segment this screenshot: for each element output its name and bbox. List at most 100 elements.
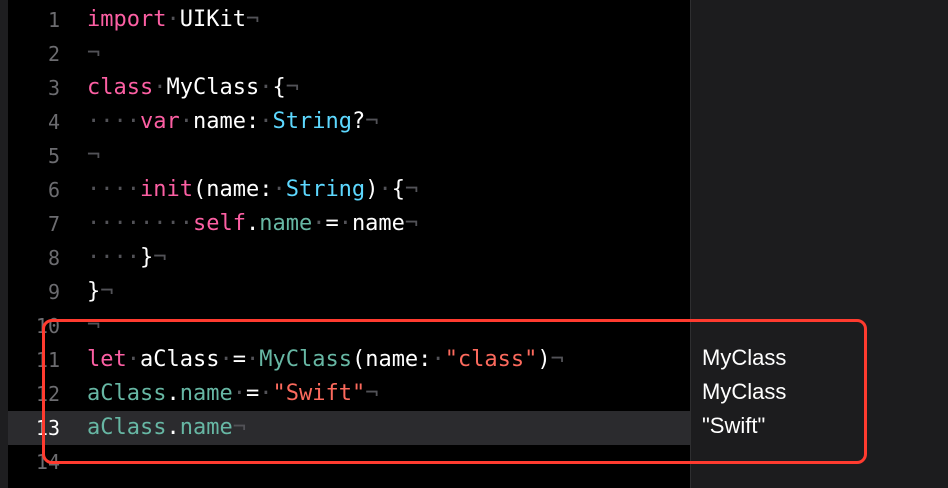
whitespace-marker: ·: [166, 7, 180, 32]
code-text[interactable]: import·UIKit¬: [87, 3, 259, 37]
code-line-10[interactable]: 10 ¬: [8, 309, 690, 343]
code-text: =: [232, 347, 246, 372]
code-text[interactable]: ¬: [87, 37, 100, 71]
line-number: 10: [35, 314, 60, 338]
code-text: (name:: [192, 177, 273, 202]
line-number: 9: [47, 280, 60, 304]
code-text[interactable]: ····}¬: [87, 241, 166, 275]
whitespace-marker: ·: [219, 347, 233, 372]
line-end-marker: ¬: [550, 347, 564, 372]
code-text: ?: [351, 109, 366, 134]
code-text[interactable]: ········self.name·=·name¬: [87, 207, 418, 241]
code-text: ): [365, 177, 379, 202]
code-line-4[interactable]: 4 ····var·name:·String?¬: [8, 105, 690, 139]
code-line-1[interactable]: 1 import·UIKit¬: [8, 3, 690, 37]
project-symbol: name: [259, 211, 313, 236]
code-text[interactable]: aClass.name¬: [87, 411, 246, 445]
code-text[interactable]: ¬: [87, 309, 100, 343]
whitespace-marker: ·: [259, 381, 273, 406]
code-text: .: [166, 381, 180, 406]
code-text: name:: [192, 109, 260, 134]
line-end-marker: ¬: [285, 75, 299, 100]
line-end-marker: ¬: [365, 381, 379, 406]
keyword: self: [192, 211, 246, 236]
line-number: 4: [47, 110, 60, 134]
code-line-6[interactable]: 6 ····init(name:·String)·{¬: [8, 173, 690, 207]
line-number: 2: [47, 42, 60, 66]
whitespace-marker: ·: [378, 177, 392, 202]
code-text: name: [351, 211, 405, 236]
line-end-marker: ¬: [365, 109, 379, 134]
code-text: {: [272, 75, 286, 100]
code-text: MyClass: [166, 75, 260, 100]
line-number: 6: [47, 178, 60, 202]
line-end-marker: ¬: [100, 279, 114, 304]
code-line-12[interactable]: 12 aClass.name·=·"Swift"¬: [8, 377, 690, 411]
code-text[interactable]: ····var·name:·String?¬: [87, 105, 378, 139]
line-number: 11: [35, 348, 60, 372]
code-text[interactable]: let·aClass·=·MyClass(name:·"class")¬: [87, 343, 564, 377]
line-number: 13: [35, 416, 60, 440]
line-end-marker: ¬: [404, 211, 419, 236]
project-symbol: MyClass: [259, 347, 352, 372]
code-text: ): [537, 347, 551, 372]
line-end-marker: ¬: [153, 245, 167, 270]
line-end-marker: ¬: [404, 177, 419, 202]
code-line-8[interactable]: 8 ····}¬: [8, 241, 690, 275]
line-end-marker: ¬: [245, 7, 260, 32]
code-text: .: [166, 415, 180, 440]
whitespace-marker: ·: [259, 109, 273, 134]
line-number: 5: [47, 144, 60, 168]
code-line-13[interactable]: 13 aClass.name¬: [8, 411, 690, 445]
code-line-14[interactable]: 14: [8, 445, 690, 479]
code-text: (name:: [351, 347, 432, 372]
code-text: }: [87, 279, 101, 304]
keyword: let: [87, 347, 127, 372]
project-symbol: name: [179, 381, 233, 406]
keyword: init: [139, 177, 193, 202]
whitespace-marker: ·: [272, 177, 286, 202]
code-text: aClass: [140, 347, 220, 372]
code-text: UIKit: [179, 7, 246, 32]
project-symbol: name: [179, 415, 233, 440]
code-line-3[interactable]: 3 class·MyClass·{¬: [8, 71, 690, 105]
line-number: 8: [47, 246, 60, 270]
code-text[interactable]: class·MyClass·{¬: [87, 71, 299, 105]
code-text[interactable]: }¬: [87, 275, 114, 309]
line-end-marker: ¬: [232, 415, 246, 440]
code-text: {: [391, 177, 405, 202]
code-line-2[interactable]: 2 ¬: [8, 37, 690, 71]
whitespace-marker: ·: [338, 211, 352, 236]
result-line-11[interactable]: MyClass: [702, 341, 786, 375]
code-line-7[interactable]: 7 ········self.name·=·name¬: [8, 207, 690, 241]
type-name: String: [285, 177, 366, 202]
result-line-13[interactable]: "Swift": [702, 409, 765, 443]
type-name: String: [272, 109, 352, 134]
whitespace-marker: ····: [87, 177, 140, 202]
whitespace-marker: ····: [87, 109, 140, 134]
whitespace-marker: ········: [87, 211, 193, 236]
code-line-11[interactable]: 11 let·aClass·=·MyClass(name:·"class")¬: [8, 343, 690, 377]
code-text[interactable]: ¬: [87, 139, 100, 173]
string-literal: "class": [444, 347, 538, 372]
whitespace-marker: ·: [232, 381, 246, 406]
code-text: =: [325, 211, 339, 236]
code-editor[interactable]: 1 import·UIKit¬ 2 ¬ 3 class·MyClass·{¬ 4 ····va…: [0, 0, 690, 488]
line-end-marker: ¬: [87, 41, 101, 66]
whitespace-marker: ····: [87, 245, 140, 270]
line-number: 1: [47, 8, 60, 32]
whitespace-marker: ·: [312, 211, 326, 236]
code-line-9[interactable]: 9}¬: [8, 275, 690, 309]
code-text[interactable]: aClass.name·=·"Swift"¬: [87, 377, 378, 411]
whitespace-marker: ·: [245, 347, 260, 372]
code-text: }: [139, 245, 154, 270]
keyword: var: [139, 109, 180, 134]
result-line-12[interactable]: MyClass: [702, 375, 786, 409]
whitespace-marker: ·: [179, 109, 193, 134]
code-text[interactable]: ····init(name:·String)·{¬: [87, 173, 418, 207]
line-end-marker: ¬: [87, 143, 101, 168]
whitespace-marker: ·: [126, 347, 140, 372]
code-line-5[interactable]: 5 ¬: [8, 139, 690, 173]
keyword: class: [87, 75, 154, 100]
keyword: import: [87, 7, 167, 32]
